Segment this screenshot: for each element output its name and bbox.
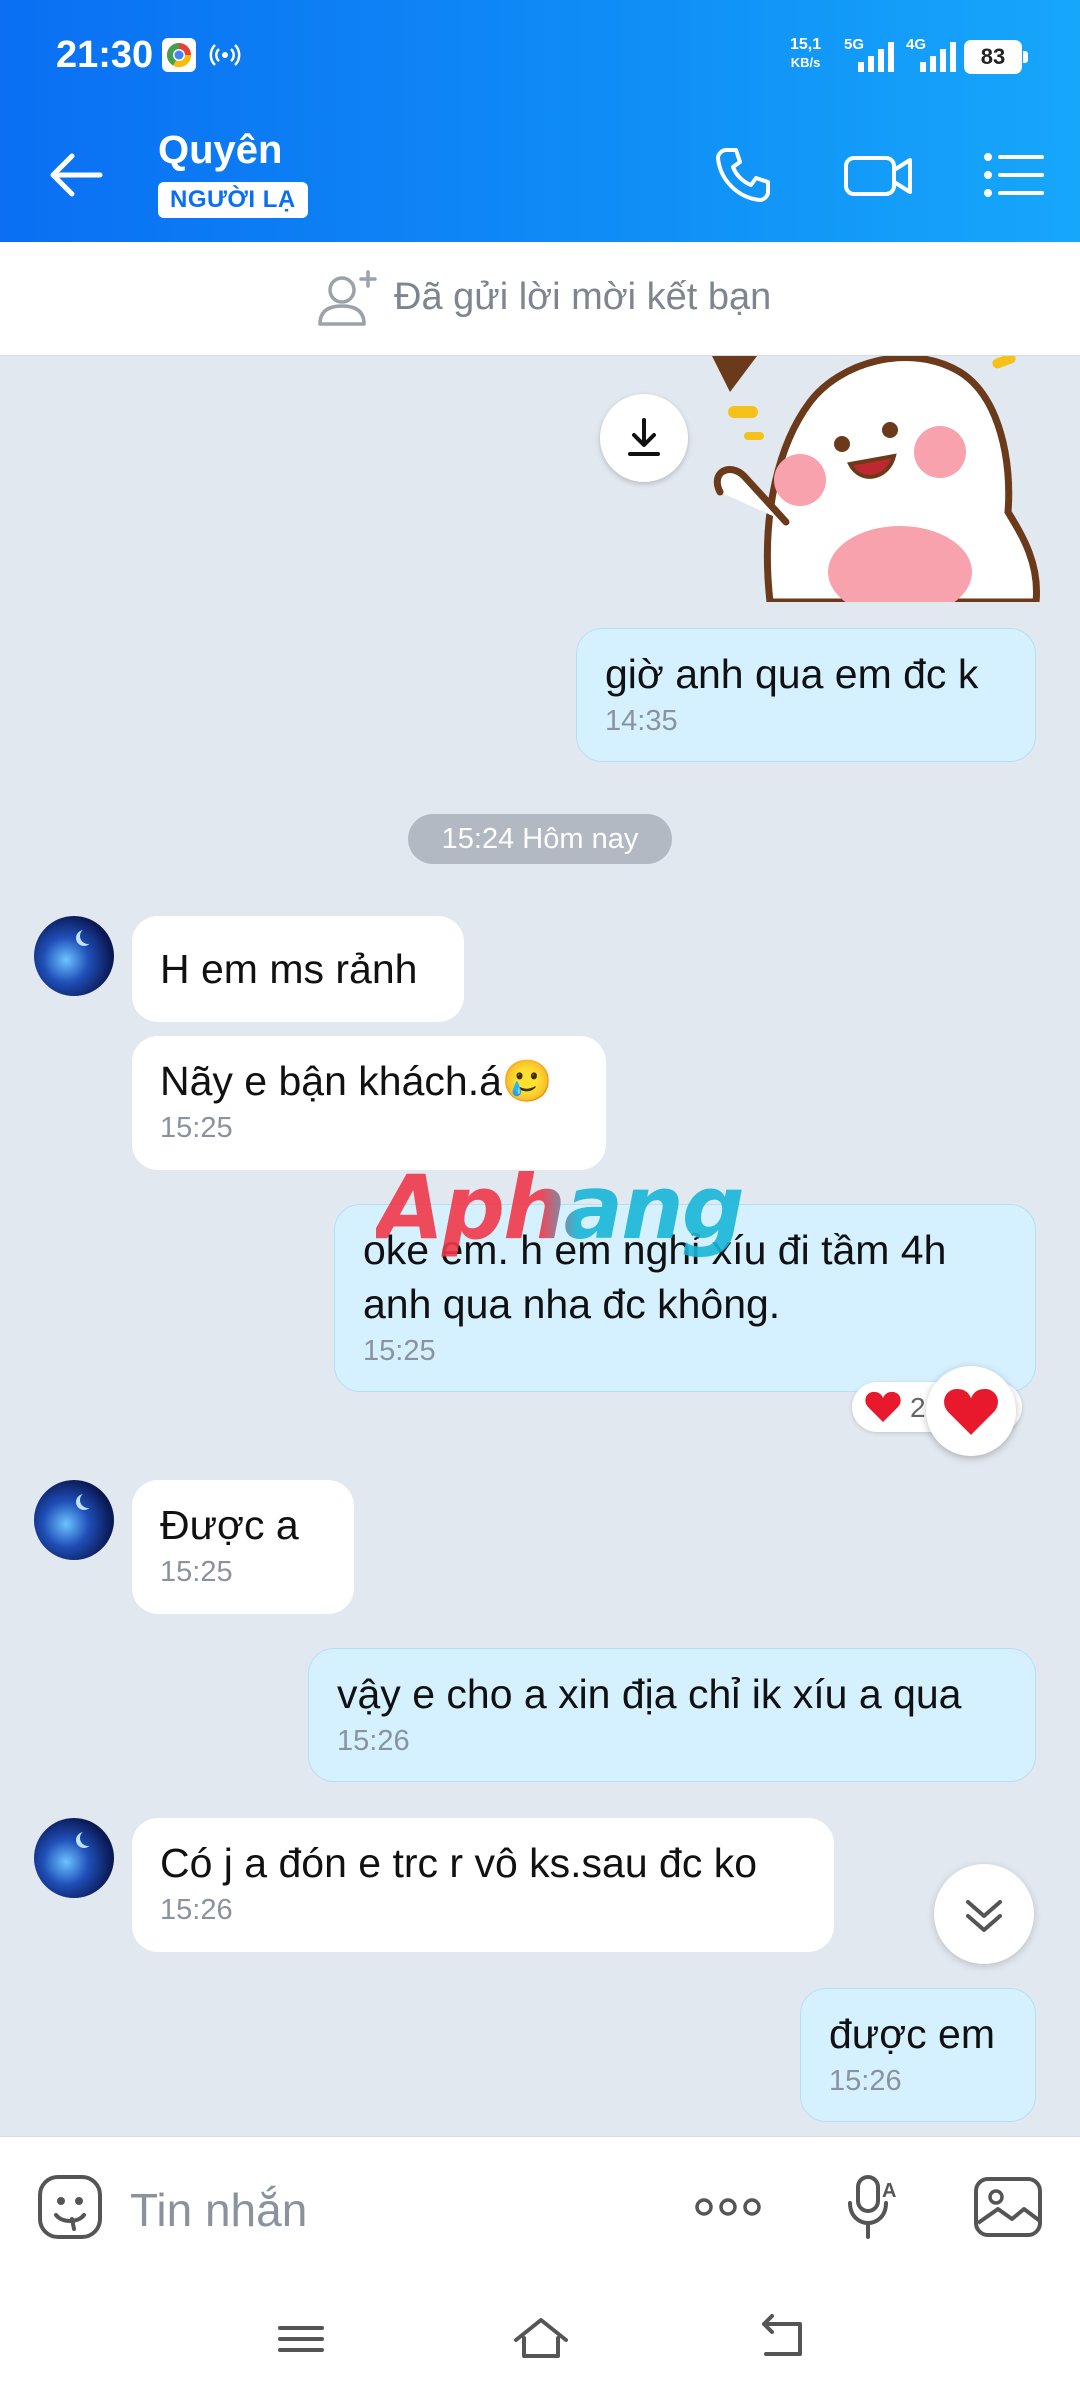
home-icon [514,2318,568,2358]
message-time: 15:25 [160,1556,233,1588]
download-icon [628,418,660,456]
message-input[interactable]: Tin nhắn [130,2183,307,2237]
message-text: H em ms rảnh [160,946,418,992]
message-reactions[interactable]: 2 [852,1366,1032,1456]
voice-message-button[interactable]: A [834,2169,910,2245]
image-icon [974,2177,1042,2237]
battery-indicator: 83 [964,40,1028,74]
back-nav-button[interactable] [746,2304,816,2374]
chat-header: 21:30 15,1 KB/s 5G 4G 83 Quyên NGƯỜI LẠ [0,0,1080,242]
add-friend-icon [312,264,382,334]
message-bubble-incoming[interactable]: Được a 15:25 [132,1480,354,1614]
recents-button[interactable] [266,2304,336,2374]
message-text: Được a [160,1502,299,1548]
network-speed: 15,1 KB/s [790,36,821,72]
double-chevron-down-icon [966,1900,1002,1932]
contact-avatar[interactable] [34,916,114,996]
message-bubble-outgoing[interactable]: giờ anh qua em đc k 14:35 [576,628,1036,762]
video-call-button[interactable] [842,140,912,210]
message-bubble-incoming[interactable]: H em ms rảnh [132,916,464,1022]
signal-icon-2 [918,38,960,79]
message-text: giờ anh qua em đc k [605,651,979,697]
smiley-icon [38,2175,102,2239]
friend-request-bar: Đã gửi lời mời kết bạn [0,242,1080,356]
voice-call-button[interactable] [708,140,778,210]
message-bubble-outgoing[interactable]: vậy e cho a xin địa chỉ ik xíu a qua 15:… [308,1648,1036,1782]
back-arrow-icon [762,2314,802,2356]
react-heart-button[interactable] [926,1366,1016,1456]
photo-gallery-button[interactable] [970,2169,1046,2245]
status-bar: 21:30 15,1 KB/s 5G 4G 83 [0,0,1080,110]
message-time: 15:25 [160,1112,233,1144]
status-time: 21:30 [56,34,154,76]
date-separator: 15:24 Hôm nay [408,814,672,864]
heart-icon [944,1388,998,1435]
more-options-button[interactable] [690,2169,766,2245]
contact-name[interactable]: Quyên [158,128,282,173]
scroll-to-bottom-button[interactable] [934,1864,1034,1964]
phone-icon [716,148,770,202]
download-sticker-button[interactable] [600,394,688,482]
message-time: 15:26 [160,1894,233,1926]
chat-options-button[interactable] [978,140,1048,210]
network-speed-unit: KB/s [790,55,821,70]
message-time: 15:25 [363,1335,436,1367]
message-time: 15:26 [337,1725,410,1757]
sticker-emoji-button[interactable] [32,2169,108,2245]
message-bubble-incoming[interactable]: Nãy e bận khách.á🥲 15:25 [132,1036,606,1170]
home-button[interactable] [506,2304,576,2374]
system-navigation-bar [0,2276,1080,2400]
message-bubble-incoming[interactable]: Có j a đón e trc r vô ks.sau đc ko 15:26 [132,1818,834,1952]
reaction-count: 2 [910,1392,926,1423]
message-bubble-outgoing[interactable]: được em 15:26 [800,1988,1036,2122]
stranger-badge: NGƯỜI LẠ [158,182,308,218]
message-text: Có j a đón e trc r vô ks.sau đc ko [160,1840,758,1886]
message-input-bar: Tin nhắn A [0,2136,1080,2276]
contact-avatar[interactable] [34,1480,114,1560]
signal-icon [856,38,898,79]
contact-avatar[interactable] [34,1818,114,1898]
message-text: Nãy e bận khách.á🥲 [160,1058,553,1104]
video-camera-icon [844,156,912,196]
message-text: vậy e cho a xin địa chỉ ik xíu a qua [337,1671,962,1717]
chrome-icon [162,38,196,72]
hotspot-icon [208,38,242,72]
more-dots-icon [695,2198,761,2216]
message-time: 15:26 [829,2065,902,2097]
friend-request-status: Đã gửi lời mời kết bạn [394,276,772,318]
message-list[interactable]: giờ anh qua em đc k 14:35 15:24 Hôm nay … [0,356,1080,2136]
list-menu-icon [984,153,1044,197]
network-speed-value: 15,1 [790,36,822,53]
microphone-icon: A [848,2175,896,2239]
watermark: Aphang [376,1156,745,1259]
menu-icon [278,2326,324,2352]
heart-icon [865,1391,901,1422]
sticker-image[interactable] [700,356,1046,618]
back-button[interactable] [40,140,110,210]
message-text: được em [829,2011,995,2057]
svg-text:A: A [882,2180,896,2202]
message-time: 14:35 [605,705,678,737]
